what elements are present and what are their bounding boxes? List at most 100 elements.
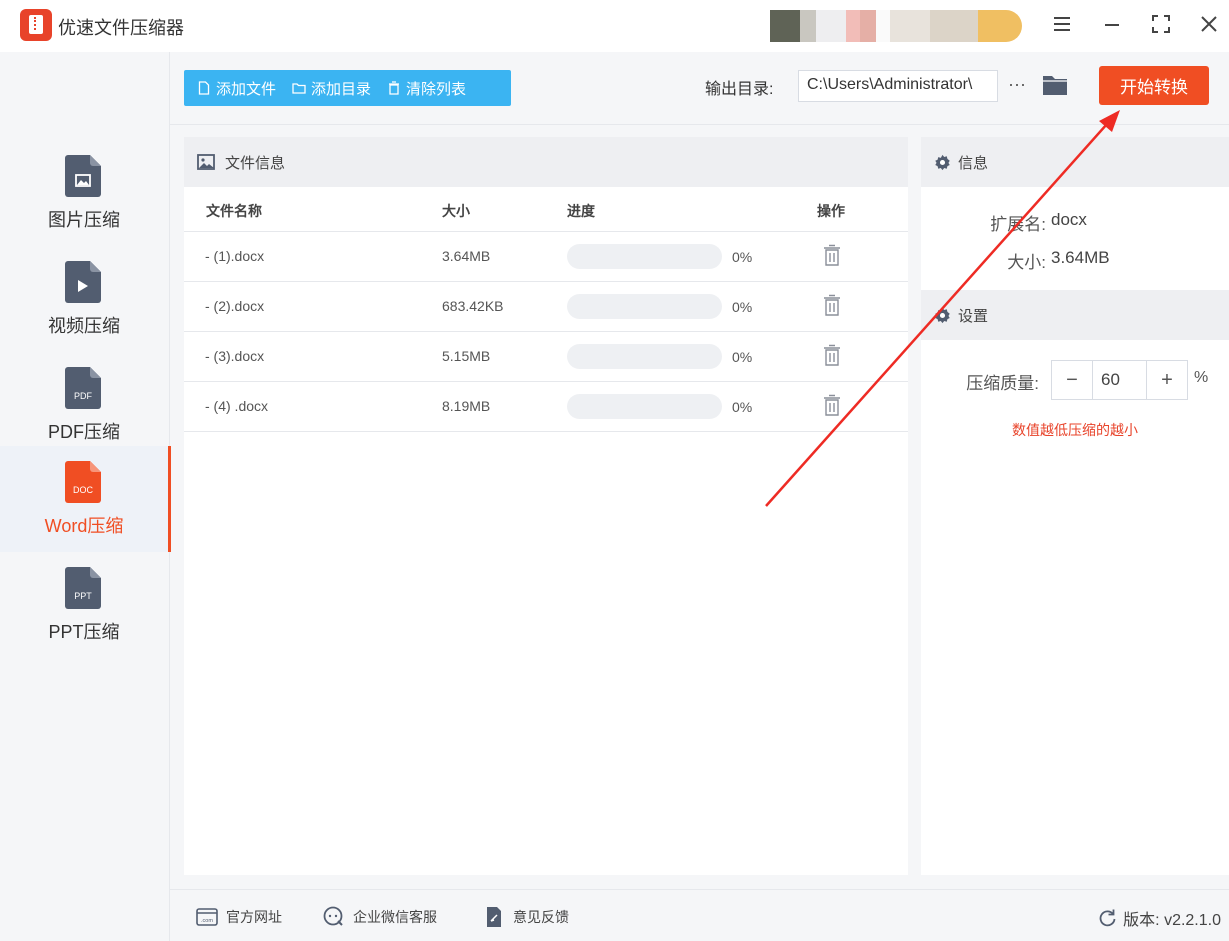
wechat-service-link[interactable]: 企业微信客服	[323, 906, 437, 928]
progress-text: 0%	[732, 299, 753, 315]
quality-input[interactable]: 60	[1092, 361, 1147, 399]
table-row[interactable]: - (3).docx 5.15MB 0%	[184, 331, 908, 381]
sidebar-item-label: PPT压缩	[48, 622, 120, 642]
start-convert-button[interactable]: 开始转换	[1099, 66, 1209, 105]
quality-hint: 数值越低压缩的越小	[1012, 422, 1138, 438]
toolbar-divider	[170, 124, 1229, 125]
add-file-label: 添加文件	[216, 80, 277, 98]
version-label: 版本: v2.2.1.0	[1123, 912, 1221, 929]
sidebar-item-label: 视频压缩	[48, 316, 120, 336]
feedback-label: 意见反馈	[513, 909, 569, 925]
menu-icon[interactable]	[1046, 10, 1078, 38]
column-header-action: 操作	[817, 203, 845, 219]
svg-text:DOC: DOC	[73, 485, 94, 495]
gear-icon	[935, 154, 950, 170]
quality-stepper: − 60 +	[1051, 360, 1188, 400]
output-dir-input[interactable]: C:\Users\Administrator\	[798, 70, 998, 102]
more-options-button[interactable]: ···	[1005, 72, 1029, 100]
file-name: - (4) .docx	[205, 398, 269, 414]
file-name: - (1).docx	[205, 248, 265, 264]
wechat-label: 企业微信客服	[353, 909, 437, 925]
file-panel-title: 文件信息	[225, 154, 286, 172]
increase-button[interactable]: +	[1147, 361, 1187, 399]
wechat-icon	[323, 906, 343, 926]
info-panel-title: 信息	[958, 154, 989, 172]
sidebar-item-word-compress[interactable]: DOC Word压缩	[0, 446, 171, 552]
extension-value: docx	[1051, 210, 1087, 229]
file-name: - (3).docx	[205, 348, 265, 364]
output-dir-label: 输出目录:	[705, 81, 774, 98]
add-folder-button[interactable]: 添加目录	[284, 70, 379, 106]
sidebar-item-ppt-compress[interactable]: PPT PPT压缩	[0, 552, 170, 658]
feedback-icon	[487, 907, 501, 927]
website-label: 官方网址	[226, 909, 282, 925]
doc-file-icon: DOC	[65, 461, 101, 503]
video-file-icon	[65, 261, 101, 303]
column-header-progress: 进度	[567, 203, 595, 219]
settings-panel-header: 设置	[921, 290, 1229, 340]
file-size: 5.15MB	[442, 348, 491, 364]
file-icon	[198, 81, 210, 95]
delete-icon[interactable]	[822, 344, 842, 368]
percent-unit: %	[1194, 369, 1209, 386]
info-panel-header: 信息	[921, 137, 1229, 187]
feedback-link[interactable]: 意见反馈	[483, 906, 569, 928]
progress-bar	[567, 394, 722, 419]
sidebar-item-label: Word压缩	[44, 516, 124, 536]
svg-text:PDF: PDF	[74, 391, 93, 401]
file-toolbar: 添加文件 添加目录 清除列表	[184, 70, 511, 106]
table-row[interactable]: - (4) .docx 8.19MB 0%	[184, 381, 908, 431]
file-size: 3.64MB	[442, 248, 491, 264]
gear-icon	[935, 307, 950, 323]
progress-text: 0%	[732, 349, 753, 365]
column-header-size: 大小	[442, 203, 470, 219]
table-row[interactable]: - (1).docx 3.64MB 0%	[184, 231, 908, 281]
sidebar-item-pdf-compress[interactable]: PDF PDF压缩	[0, 352, 170, 458]
delete-icon[interactable]	[822, 244, 842, 268]
progress-bar	[567, 344, 722, 369]
file-name: - (2).docx	[205, 298, 265, 314]
extension-label: 扩展名:	[990, 215, 1046, 234]
svg-text:PPT: PPT	[74, 591, 92, 601]
delete-icon[interactable]	[822, 294, 842, 318]
table-row[interactable]: - (2).docx 683.42KB 0%	[184, 281, 908, 331]
user-avatar[interactable]	[770, 10, 1022, 42]
sidebar-item-label: PDF压缩	[48, 422, 120, 442]
progress-bar	[567, 244, 722, 269]
sidebar-item-label: 图片压缩	[48, 210, 120, 230]
add-file-button[interactable]: 添加文件	[184, 70, 284, 106]
title-bar: 优速文件压缩器	[0, 0, 1229, 52]
image-icon	[197, 154, 215, 170]
size-label: 大小:	[1007, 253, 1046, 272]
progress-bar	[567, 294, 722, 319]
close-icon[interactable]	[1193, 10, 1225, 38]
image-file-icon	[65, 155, 101, 197]
open-folder-icon[interactable]	[1040, 71, 1070, 99]
file-size: 8.19MB	[442, 398, 491, 414]
clear-list-button[interactable]: 清除列表	[379, 70, 474, 106]
maximize-icon[interactable]	[1145, 10, 1177, 38]
column-header-name: 文件名称	[206, 203, 262, 219]
size-value: 3.64MB	[1051, 248, 1110, 267]
progress-text: 0%	[732, 399, 753, 415]
sidebar-item-video-compress[interactable]: 视频压缩	[0, 246, 170, 352]
clear-list-label: 清除列表	[406, 80, 467, 98]
file-list-panel: 文件信息 文件名称 大小 进度 操作 - (1).docx 3.64MB 0% …	[184, 137, 908, 875]
settings-panel-title: 设置	[958, 307, 989, 325]
sidebar: 图片压缩 视频压缩 PDF PDF压缩 DOC Word压缩 PPT PPT压缩	[0, 52, 171, 941]
app-title: 优速文件压缩器	[58, 18, 184, 38]
quality-label: 压缩质量:	[966, 374, 1039, 393]
ppt-file-icon: PPT	[65, 567, 101, 609]
minimize-icon[interactable]	[1096, 10, 1128, 38]
sidebar-item-image-compress[interactable]: 图片压缩	[0, 140, 170, 246]
add-folder-label: 添加目录	[311, 80, 372, 98]
footer: .com 官方网址 企业微信客服 意见反馈 版本: v2.2.1.0	[170, 889, 1229, 941]
svg-text:.com: .com	[201, 918, 213, 924]
delete-icon[interactable]	[822, 394, 842, 418]
trash-icon	[389, 81, 400, 95]
decrease-button[interactable]: −	[1052, 361, 1092, 399]
version-info[interactable]: 版本: v2.2.1.0	[1097, 906, 1221, 930]
website-icon: .com	[196, 908, 218, 926]
website-link[interactable]: .com 官方网址	[196, 906, 282, 928]
pdf-file-icon: PDF	[65, 367, 101, 409]
